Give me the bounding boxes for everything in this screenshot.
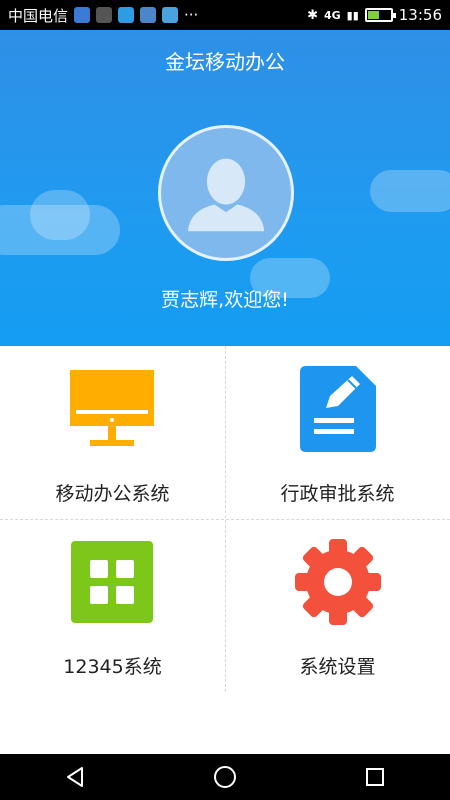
gear-icon (295, 539, 381, 625)
bluetooth-icon: ✱ (307, 7, 318, 23)
status-bar: 中国电信 ··· ✱ 4G ▮▮ 13:56 (0, 0, 450, 30)
menu-item-settings[interactable]: 系统设置 (225, 519, 450, 692)
notification-sync-icon (96, 7, 113, 23)
cloud-decoration (30, 190, 90, 240)
recents-button[interactable] (355, 757, 395, 797)
menu-grid: 移动办公系统 行政审批系统 12345系统 系统设置 (0, 346, 450, 692)
recents-square-icon (366, 768, 384, 786)
carrier-name: 中国电信 (8, 6, 69, 25)
network-type: 4G (323, 8, 341, 22)
user-silhouette-icon (187, 158, 265, 232)
notification-gallery-icon (140, 7, 157, 23)
menu-item-label: 系统设置 (299, 656, 376, 678)
cloud-decoration (370, 170, 450, 212)
system-nav-bar (0, 754, 450, 800)
home-circle-icon (214, 766, 236, 788)
menu-item-label: 12345系统 (63, 656, 162, 678)
back-triangle-icon (67, 767, 83, 787)
menu-item-12345-system[interactable]: 12345系统 (0, 519, 225, 692)
grid-apps-icon (71, 541, 153, 623)
signal-icon: ▮▮ (346, 8, 359, 22)
menu-item-label: 行政审批系统 (280, 483, 395, 505)
avatar[interactable] (158, 125, 294, 261)
document-edit-icon (300, 366, 376, 452)
battery-icon (364, 8, 396, 22)
menu-item-label: 移动办公系统 (55, 483, 170, 505)
welcome-message: 贾志辉,欢迎您! (161, 289, 289, 311)
page-title: 金坛移动办公 (165, 50, 285, 74)
home-button[interactable] (205, 757, 245, 797)
profile-header: 金坛移动办公 贾志辉,欢迎您! (0, 30, 450, 346)
notification-app-icon (74, 7, 91, 23)
more-notifications-icon: ··· (184, 6, 199, 24)
notification-weather-icon (118, 7, 135, 23)
notification-send-icon (162, 7, 179, 23)
back-button[interactable] (55, 757, 95, 797)
menu-item-mobile-office[interactable]: 移动办公系统 (0, 346, 225, 519)
monitor-icon (70, 370, 154, 446)
menu-item-admin-approval[interactable]: 行政审批系统 (225, 346, 450, 519)
clock: 13:56 (398, 6, 442, 24)
battery-level (367, 11, 379, 19)
